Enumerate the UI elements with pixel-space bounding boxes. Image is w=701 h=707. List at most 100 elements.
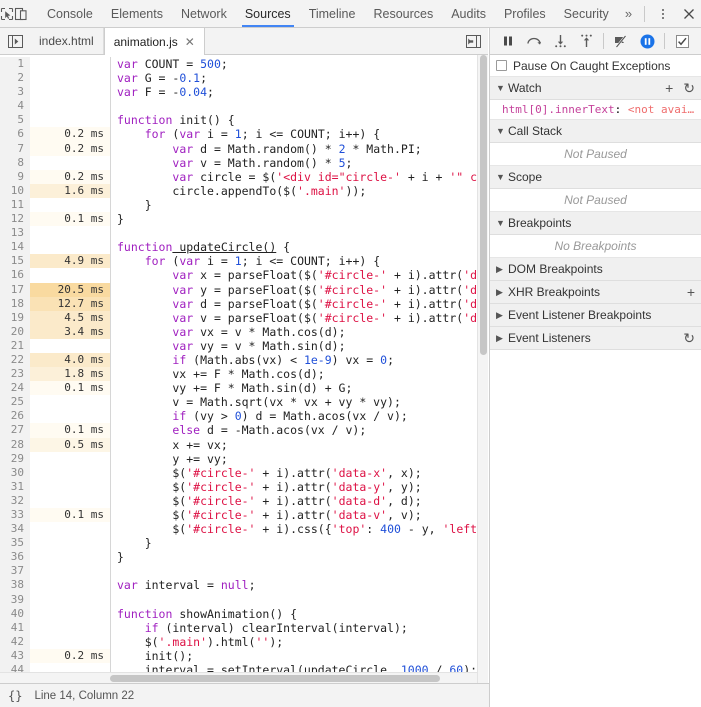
line-number[interactable]: 34 [0,522,30,536]
code-text[interactable]: } [110,536,488,550]
code-text[interactable]: for (var i = 1; i <= COUNT; i++) { [110,127,488,141]
code-text[interactable]: var F = -0.04; [110,85,488,99]
line-number[interactable]: 31 [0,480,30,494]
pause-on-exceptions-checkbox[interactable] [669,28,695,54]
line-number[interactable]: 23 [0,367,30,381]
code-line[interactable]: 35 } [0,536,488,550]
line-number[interactable]: 33 [0,508,30,522]
code-text[interactable]: vx += F * Math.cos(d); [110,367,488,381]
line-number[interactable]: 11 [0,198,30,212]
line-number[interactable]: 12 [0,212,30,226]
code-line[interactable]: 29 y += vy; [0,452,488,466]
code-text[interactable]: $('#circle-' + i).attr('data-d', d); [110,494,488,508]
code-line[interactable]: 38var interval = null; [0,578,488,592]
code-line[interactable]: 224.0 ms if (Math.abs(vx) < 1e-9) vx = 0… [0,353,488,367]
code-text[interactable]: vy += F * Math.sin(d) + G; [110,381,488,395]
line-number[interactable]: 38 [0,578,30,592]
line-number[interactable]: 7 [0,142,30,156]
code-line[interactable]: 11 } [0,198,488,212]
line-number[interactable]: 27 [0,423,30,437]
code-line[interactable]: 4 [0,99,488,113]
code-line[interactable]: 26 if (vy > 0) d = Math.acos(vx / v); [0,409,488,423]
line-number[interactable]: 36 [0,550,30,564]
step-into-button[interactable] [547,28,573,54]
code-text[interactable]: for (var i = 1; i <= COUNT; i++) { [110,254,488,268]
code-line[interactable]: 1720.5 ms var y = parseFloat($('#circle-… [0,283,488,297]
code-line[interactable]: 154.9 ms for (var i = 1; i <= COUNT; i++… [0,254,488,268]
code-line[interactable]: 203.4 ms var vx = v * Math.cos(d); [0,325,488,339]
code-text[interactable]: $('#circle-' + i).attr('data-y', y); [110,480,488,494]
code-line[interactable]: 42 $('.main').html(''); [0,635,488,649]
refresh-event-listeners-icon[interactable]: ↻ [683,331,695,345]
step-out-button[interactable] [573,28,599,54]
code-text[interactable]: var y = parseFloat($('#circle-' + i).att… [110,283,488,297]
line-number[interactable]: 10 [0,184,30,198]
code-line[interactable]: 37 [0,564,488,578]
code-text[interactable]: function init() { [110,113,488,127]
close-tab-icon[interactable]: ✕ [185,35,195,49]
add-xhr-breakpoint-icon[interactable]: + [687,285,695,299]
editor-horizontal-scrollbar[interactable] [0,672,477,683]
section-header-event-listener-breakpoints[interactable]: ▶ Event Listener Breakpoints [490,304,701,327]
code-text[interactable]: var circle = $('<div id="circle-' + i + … [110,170,488,184]
code-line[interactable]: 41 if (interval) clearInterval(interval)… [0,621,488,635]
line-number[interactable]: 16 [0,268,30,282]
close-icon[interactable] [676,0,701,27]
code-line[interactable]: 30 $('#circle-' + i).attr('data-x', x); [0,466,488,480]
pause-resume-button[interactable] [495,28,521,54]
pretty-print-icon[interactable]: {} [8,689,22,703]
code-line[interactable]: 39 [0,593,488,607]
code-line[interactable]: 270.1 ms else d = -Math.acos(vx / v); [0,423,488,437]
line-number[interactable]: 5 [0,113,30,127]
code-line[interactable]: 430.2 ms init(); [0,649,488,663]
code-text[interactable]: var v = Math.random() * 5; [110,156,488,170]
line-number[interactable]: 20 [0,325,30,339]
code-text[interactable]: init(); [110,649,488,663]
line-number[interactable]: 37 [0,564,30,578]
code-text[interactable]: } [110,550,488,564]
code-text[interactable]: $('#circle-' + i).attr('data-x', x); [110,466,488,480]
code-line[interactable]: 40function showAnimation() { [0,607,488,621]
more-panels-icon[interactable]: » [618,6,639,21]
code-line[interactable]: 13 [0,226,488,240]
code-line[interactable]: 5 function init() { [0,113,488,127]
section-header-event-listeners[interactable]: ▶ Event Listeners ↻ [490,327,701,350]
code-line[interactable]: 240.1 ms vy += F * Math.sin(d) + G; [0,381,488,395]
line-number[interactable]: 30 [0,466,30,480]
code-line[interactable]: 280.5 ms x += vx; [0,438,488,452]
code-line[interactable]: 8 var v = Math.random() * 5; [0,156,488,170]
line-number[interactable]: 19 [0,311,30,325]
line-number[interactable]: 24 [0,381,30,395]
main-menu-icon[interactable] [650,0,676,27]
code-line[interactable]: 101.6 ms circle.appendTo($('.main')); [0,184,488,198]
code-line[interactable]: 70.2 ms var d = Math.random() * 2 * Math… [0,142,488,156]
code-text[interactable]: var G = -0.1; [110,71,488,85]
line-number[interactable]: 18 [0,297,30,311]
line-number[interactable]: 1 [0,57,30,71]
line-number[interactable]: 9 [0,170,30,184]
code-text[interactable]: v = Math.sqrt(vx * vx + vy * vy); [110,395,488,409]
code-text[interactable]: y += vy; [110,452,488,466]
code-text[interactable]: circle.appendTo($('.main')); [110,184,488,198]
line-number[interactable]: 13 [0,226,30,240]
line-number[interactable]: 14 [0,240,30,254]
editor-tab-index-html[interactable]: index.html [30,28,104,54]
code-text[interactable] [110,99,488,113]
code-text[interactable]: x += vx; [110,438,488,452]
line-number[interactable]: 41 [0,621,30,635]
code-line[interactable]: 36} [0,550,488,564]
code-text[interactable]: if (interval) clearInterval(interval); [110,621,488,635]
code-line[interactable]: 21 var vy = v * Math.sin(d); [0,339,488,353]
code-text[interactable]: var x = parseFloat($('#circle-' + i).att… [110,268,488,282]
code-line[interactable]: 60.2 ms for (var i = 1; i <= COUNT; i++)… [0,127,488,141]
line-number[interactable]: 3 [0,85,30,99]
code-text[interactable]: $('#circle-' + i).css({'top': 400 - y, '… [110,522,488,536]
watch-expression-row[interactable]: html[0].innerText: <not avai… [490,100,701,120]
code-line[interactable]: 14 function updateCircle() { [0,240,488,254]
tab-timeline[interactable]: Timeline [300,0,365,27]
line-number[interactable]: 40 [0,607,30,621]
code-text[interactable]: function updateCircle() { [110,240,488,254]
section-header-breakpoints[interactable]: ▼ Breakpoints [490,212,701,235]
code-text[interactable]: var d = parseFloat($('#circle-' + i).att… [110,297,488,311]
code-text[interactable] [110,564,488,578]
